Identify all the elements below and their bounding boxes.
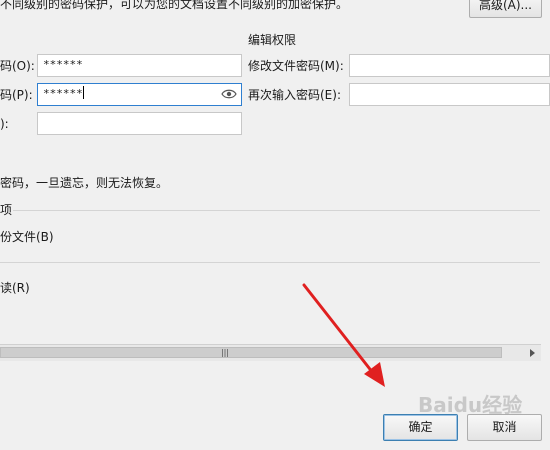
ok-button[interactable]: 确定 [383, 414, 458, 441]
cancel-button[interactable]: 取消 [467, 414, 542, 441]
watermark-logo: Baidu经验 [418, 393, 523, 417]
annotation-arrow [302, 283, 385, 387]
